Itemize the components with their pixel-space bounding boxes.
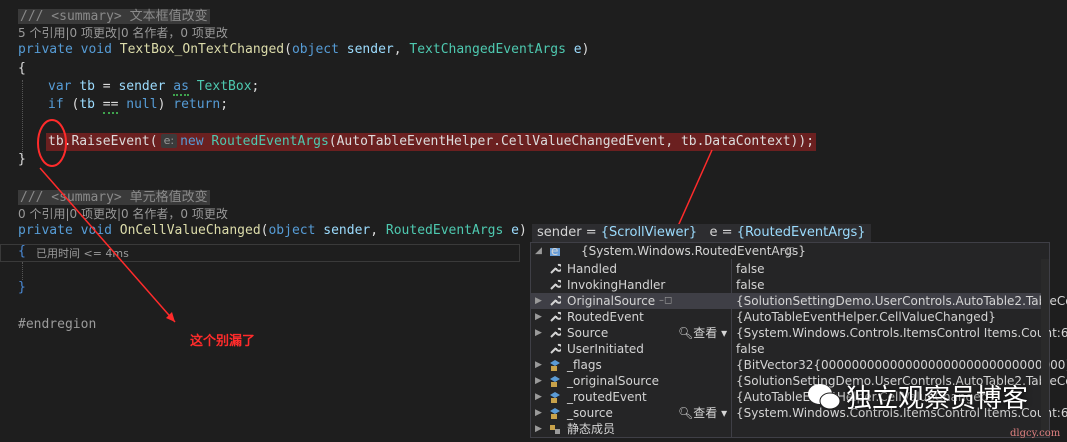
property-value: {SolutionSettingDemo.UserControls.AutoTa…: [736, 294, 1067, 308]
watermark-text: 独立观察员博客: [846, 384, 1029, 414]
wrench-icon: [550, 279, 561, 290]
datatip-root-row[interactable]: ◢ e {System.Windows.RoutedEventArgs} –◻: [531, 243, 1049, 259]
property-name: _routedEvent: [567, 390, 647, 404]
datatip-row[interactable]: ▶ OriginalSource {SolutionSettingDemo.User…: [531, 293, 1067, 309]
expand-icon[interactable]: ▶: [535, 325, 542, 341]
expand-icon[interactable]: ▶: [535, 309, 542, 325]
expand-icon[interactable]: ▶: [535, 373, 542, 389]
wechat-logo-icon: [808, 384, 841, 410]
field-lock-icon: [550, 360, 560, 371]
expand-icon[interactable]: ▶: [535, 405, 542, 421]
magnifier-icon: 🔍︎: [678, 406, 694, 420]
field-lock-icon: [550, 408, 560, 419]
expand-icon[interactable]: ▶: [535, 421, 542, 437]
wrench-icon: [550, 343, 561, 354]
field-lock-icon: [550, 392, 560, 403]
property-name: OriginalSource: [567, 294, 656, 308]
datatip-row[interactable]: ▶ _flags {BitVector32{00000000000000000000…: [531, 357, 1067, 373]
pin-icon[interactable]: –◻: [781, 243, 794, 259]
property-value: {AutoTableEventHelper.CellValueChanged}: [736, 310, 996, 324]
watermark-url: dlgcy.com: [1010, 428, 1061, 439]
property-name: InvokingHandler: [567, 278, 666, 292]
collapse-icon[interactable]: ◢: [535, 243, 542, 259]
property-name: 静态成员: [567, 422, 616, 436]
expand-icon[interactable]: ▶: [535, 389, 542, 405]
annotation-text: 这个别漏了: [190, 334, 256, 349]
property-value: {BitVector32{000000000000000000000000000…: [736, 358, 1067, 372]
datatip-row[interactable]: ▶ RoutedEvent {AutoTableEventHelper.CellVa…: [531, 309, 1049, 325]
datatip-scrollbar[interactable]: [1041, 259, 1049, 437]
pin-icon[interactable]: –◻: [659, 293, 672, 309]
property-value: false: [736, 262, 765, 276]
datatip-row[interactable]: Handled false: [531, 261, 1049, 277]
datatip-row[interactable]: InvokingHandler false: [531, 277, 1049, 293]
property-name: Source: [567, 326, 609, 340]
field-lock-icon: [550, 376, 560, 387]
annotation-arrow-1: [39, 167, 176, 323]
property-name: _source: [567, 406, 613, 420]
property-value: false: [736, 342, 765, 356]
property-name: _flags: [567, 358, 602, 372]
datatip-row[interactable]: ▶ Source 🔍︎查看 ▾ {System.Windows.Controls.It…: [531, 325, 1067, 341]
annotation-circle: [37, 119, 67, 167]
view-dropdown[interactable]: 🔍︎查看 ▾: [678, 325, 727, 341]
static-members-icon: [550, 425, 560, 434]
wrench-icon: [550, 295, 561, 306]
property-name: Handled: [567, 262, 617, 276]
datatip-row[interactable]: UserInitiated false: [531, 341, 1049, 357]
expand-icon[interactable]: ▶: [535, 293, 542, 309]
property-name: RoutedEvent: [567, 310, 644, 324]
view-dropdown[interactable]: 🔍︎查看 ▾: [678, 405, 727, 421]
property-value: {System.Windows.Controls.ItemsControl It…: [736, 326, 1067, 340]
wrench-icon: [550, 311, 561, 322]
magnifier-icon: 🔍︎: [678, 326, 694, 340]
property-name: _originalSource: [567, 374, 660, 388]
expand-icon[interactable]: ▶: [535, 357, 542, 373]
property-value: false: [736, 278, 765, 292]
datatip-header[interactable]: sender = {ScrollViewer} e = {RoutedEvent…: [532, 224, 871, 242]
datatip-row[interactable]: ▶ 静态成员: [531, 421, 1049, 437]
wrench-icon: [550, 263, 561, 274]
wrench-icon: [550, 327, 561, 338]
property-name: UserInitiated: [567, 342, 644, 356]
